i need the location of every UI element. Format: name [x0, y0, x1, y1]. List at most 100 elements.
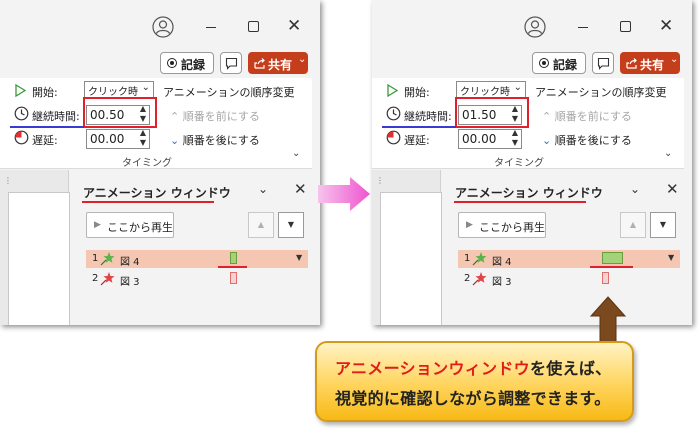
callout-pointer-arrow-icon	[589, 296, 627, 344]
move-later-button[interactable]: ⌄ 順番を後にする	[170, 132, 260, 148]
animation-list-item[interactable]: 1 図 4 ▼	[458, 250, 680, 268]
record-button[interactable]: 記録	[532, 52, 586, 74]
spin-down-icon[interactable]: ▼	[512, 138, 518, 147]
timing-group-label: タイミング	[122, 158, 172, 169]
item-dropdown-icon[interactable]: ▼	[668, 253, 674, 262]
duration-highlight-box	[83, 97, 157, 128]
animation-star-icon	[100, 272, 115, 286]
callout-highlight: アニメーションウィンドウ	[335, 359, 530, 378]
pane-close-icon[interactable]: ✕	[294, 180, 307, 198]
chevron-up-icon: ▲	[257, 220, 265, 229]
move-later-button[interactable]: ⌄ 順番を後にする	[542, 132, 632, 148]
move-earlier-button[interactable]: ⌃ 順番を前にする	[170, 108, 260, 124]
maximize-icon[interactable]	[248, 21, 259, 32]
delay-value: 00.00	[90, 132, 125, 146]
comment-button[interactable]	[220, 52, 242, 74]
start-select[interactable]: クリック時 ⌄	[84, 81, 154, 98]
timeline-bar[interactable]	[230, 252, 237, 264]
duration-label: 継続時間:	[32, 110, 80, 123]
timeline-bar-underline	[218, 266, 247, 268]
collapse-ribbon-icon[interactable]: ⌄	[292, 148, 300, 159]
powerpoint-panel-before: ✕ 記録 共有 ⌄ 開始: クリック時 ⌄ 継続時間: 00.50 ▲ ▼ 遅延…	[0, 0, 320, 325]
delay-icon	[14, 130, 29, 145]
duration-label: 継続時間:	[404, 110, 452, 123]
start-select[interactable]: クリック時 ⌄	[456, 81, 526, 98]
pane-close-icon[interactable]: ✕	[666, 180, 679, 198]
item-dropdown-icon[interactable]: ▼	[296, 253, 302, 262]
item-name: 図 4	[120, 257, 140, 268]
timing-group-label: タイミング	[494, 158, 544, 169]
animation-star-icon	[472, 252, 487, 266]
item-number: 2	[92, 273, 99, 284]
title-bar: ✕	[372, 0, 692, 58]
user-avatar-icon[interactable]	[524, 16, 546, 38]
timeline-bar[interactable]	[602, 252, 623, 264]
share-button[interactable]: 共有 ⌄	[248, 52, 308, 74]
start-label: 開始:	[404, 86, 430, 99]
item-number: 1	[464, 253, 471, 264]
slide-thumbnail[interactable]	[380, 192, 442, 325]
pane-title: アニメーション ウィンドウ	[455, 186, 603, 200]
timeline-bar[interactable]	[602, 272, 609, 284]
record-label: 記録	[553, 58, 578, 72]
delay-stepper[interactable]: 00.00 ▲ ▼	[86, 128, 150, 149]
chevron-up-icon: ⌃	[542, 110, 555, 123]
delay-stepper[interactable]: 00.00 ▲ ▼	[458, 128, 522, 149]
item-name: 図 4	[492, 257, 512, 268]
slide-thumbnail-strip: ⋮	[372, 170, 442, 325]
maximize-icon[interactable]	[620, 21, 631, 32]
powerpoint-panel-after: ✕ 記録 共有 ⌄ 開始: クリック時 ⌄ 継続時間: 01.50 ▲ ▼ 遅延…	[372, 0, 692, 325]
move-earlier-button[interactable]: ⌃ 順番を前にする	[542, 108, 632, 124]
close-window-icon[interactable]: ✕	[659, 16, 673, 36]
comment-button[interactable]	[592, 52, 614, 74]
user-avatar-icon[interactable]	[152, 16, 174, 38]
transition-arrow-icon	[318, 177, 370, 211]
pane-options-chevron-icon[interactable]: ⌄	[258, 182, 268, 196]
minimize-icon[interactable]	[206, 27, 216, 28]
move-up-button[interactable]: ▲	[248, 212, 274, 238]
callout-line-2: 視覚的に確認しながら調整できます。	[335, 389, 611, 408]
chevron-down-icon: ⌄	[670, 54, 679, 65]
delay-label: 遅延:	[32, 134, 58, 147]
play-triangle-icon: ▶	[466, 220, 473, 230]
share-label: 共有	[268, 58, 293, 72]
spin-up-icon[interactable]: ▲	[512, 128, 518, 137]
delay-label: 遅延:	[404, 134, 430, 147]
move-down-button[interactable]: ▼	[278, 212, 304, 238]
record-icon	[167, 58, 177, 68]
record-button[interactable]: 記録	[160, 52, 214, 74]
chevron-down-icon: ▼	[287, 220, 295, 229]
chevron-down-icon: ⌄	[513, 82, 522, 93]
delay-value: 00.00	[462, 132, 497, 146]
slide-thumbnail-strip: ⋮	[0, 170, 70, 325]
move-down-button[interactable]: ▼	[650, 212, 676, 238]
slide-thumbnail[interactable]	[8, 192, 70, 325]
play-from-button[interactable]: ▶ ここから再生	[86, 212, 174, 238]
spin-down-icon[interactable]: ▼	[140, 138, 146, 147]
animation-list-item[interactable]: 1 図 4 ▼	[86, 250, 308, 268]
animation-list-item[interactable]: 2 図 3	[458, 270, 680, 288]
ruler-mark: ⋮	[376, 176, 384, 185]
chevron-down-icon: ⌄	[170, 134, 183, 147]
timeline-bar[interactable]	[230, 272, 237, 284]
collapse-ribbon-icon[interactable]: ⌄	[664, 148, 672, 159]
minimize-icon[interactable]	[578, 27, 588, 28]
animation-star-icon	[472, 272, 487, 286]
duration-highlight-box	[455, 97, 529, 128]
ruler-mark: ⋮	[4, 176, 12, 185]
chevron-up-icon: ▲	[629, 220, 637, 229]
animation-star-icon	[100, 252, 115, 266]
move-up-button[interactable]: ▲	[620, 212, 646, 238]
play-icon	[387, 84, 399, 97]
chevron-up-icon: ⌃	[170, 110, 183, 123]
spin-up-icon[interactable]: ▲	[140, 128, 146, 137]
move-earlier-label: 順番を前にする	[182, 110, 260, 123]
chevron-down-icon: ⌄	[298, 54, 307, 65]
item-number: 2	[464, 273, 471, 284]
play-from-button[interactable]: ▶ ここから再生	[458, 212, 546, 238]
close-window-icon[interactable]: ✕	[287, 16, 301, 36]
share-button[interactable]: 共有 ⌄	[620, 52, 680, 74]
animation-list-item[interactable]: 2 図 3	[86, 270, 308, 288]
pane-options-chevron-icon[interactable]: ⌄	[630, 182, 640, 196]
duration-underline	[382, 126, 456, 128]
